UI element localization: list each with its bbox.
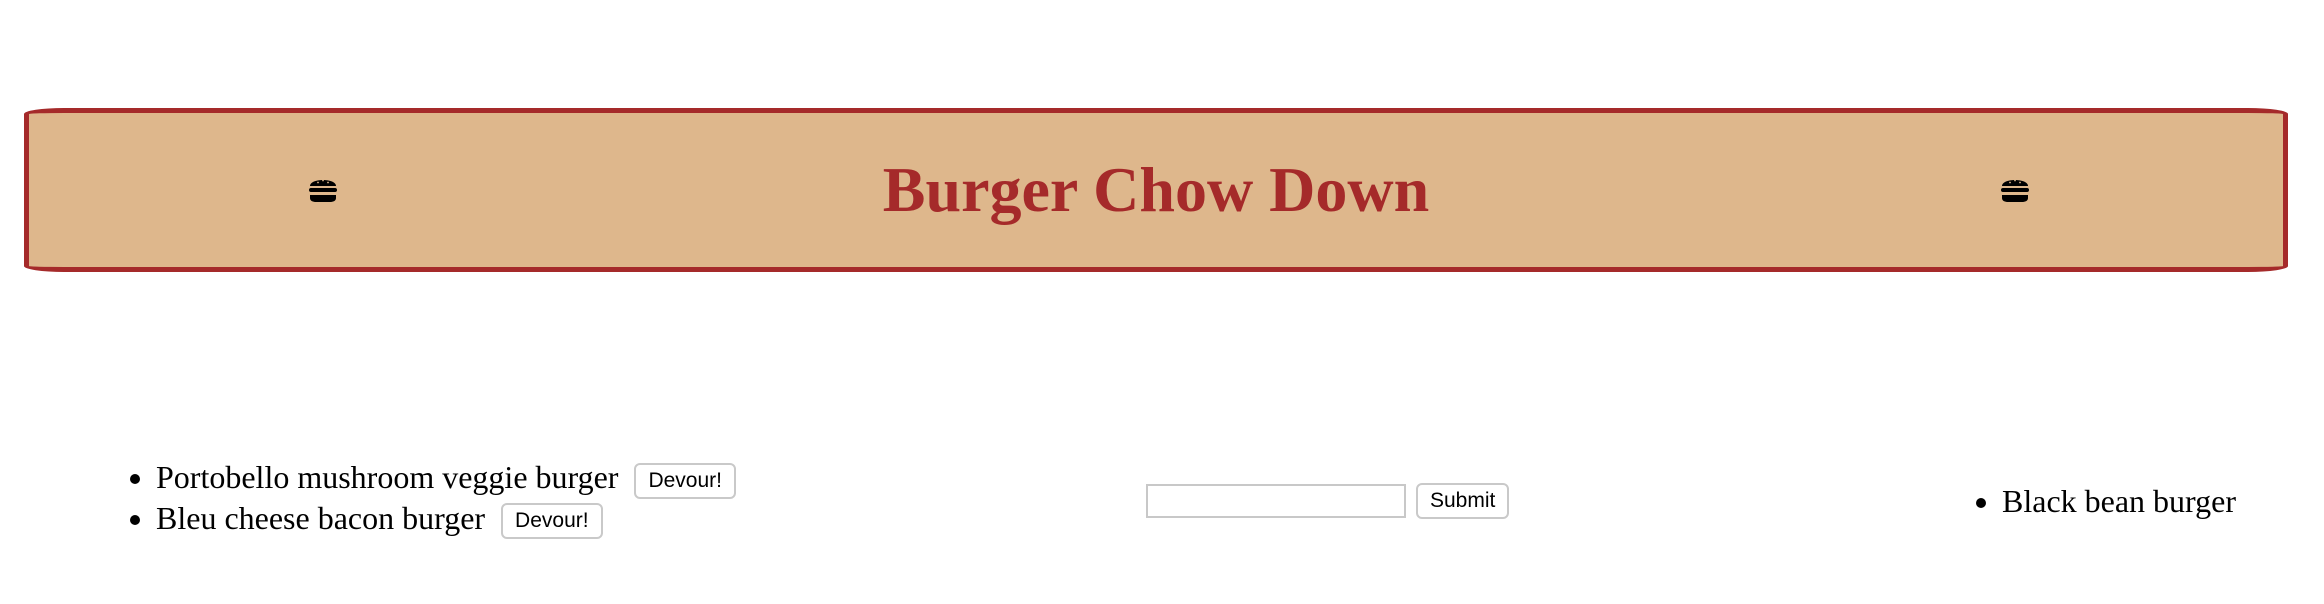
submit-button[interactable]: Submit	[1416, 483, 1510, 519]
devour-button[interactable]: Devour!	[501, 503, 603, 540]
burgers-to-devour-list: Portobello mushroom veggie burger Devour…	[124, 458, 736, 540]
burger-name: Bleu cheese bacon burger	[156, 499, 486, 536]
burger-name-input[interactable]	[1146, 484, 1406, 518]
header-banner: Burger Chow Down	[24, 108, 2288, 272]
list-item: Bleu cheese bacon burger Devour!	[156, 499, 736, 540]
devoured-burgers-list: Black bean burger	[1970, 482, 2236, 520]
burger-name: Black bean burger	[2002, 483, 2236, 519]
list-item: Portobello mushroom veggie burger Devour…	[156, 458, 736, 499]
burger-icon	[2001, 179, 2029, 202]
page-title: Burger Chow Down	[882, 154, 1430, 225]
add-burger-form: Submit	[1146, 483, 1510, 519]
burger-name: Portobello mushroom veggie burger	[156, 459, 619, 495]
page: Burger Chow Down Portobello mushroom veg…	[0, 0, 2324, 604]
devour-button[interactable]: Devour!	[634, 462, 736, 499]
list-item: Black bean burger	[2002, 482, 2236, 520]
